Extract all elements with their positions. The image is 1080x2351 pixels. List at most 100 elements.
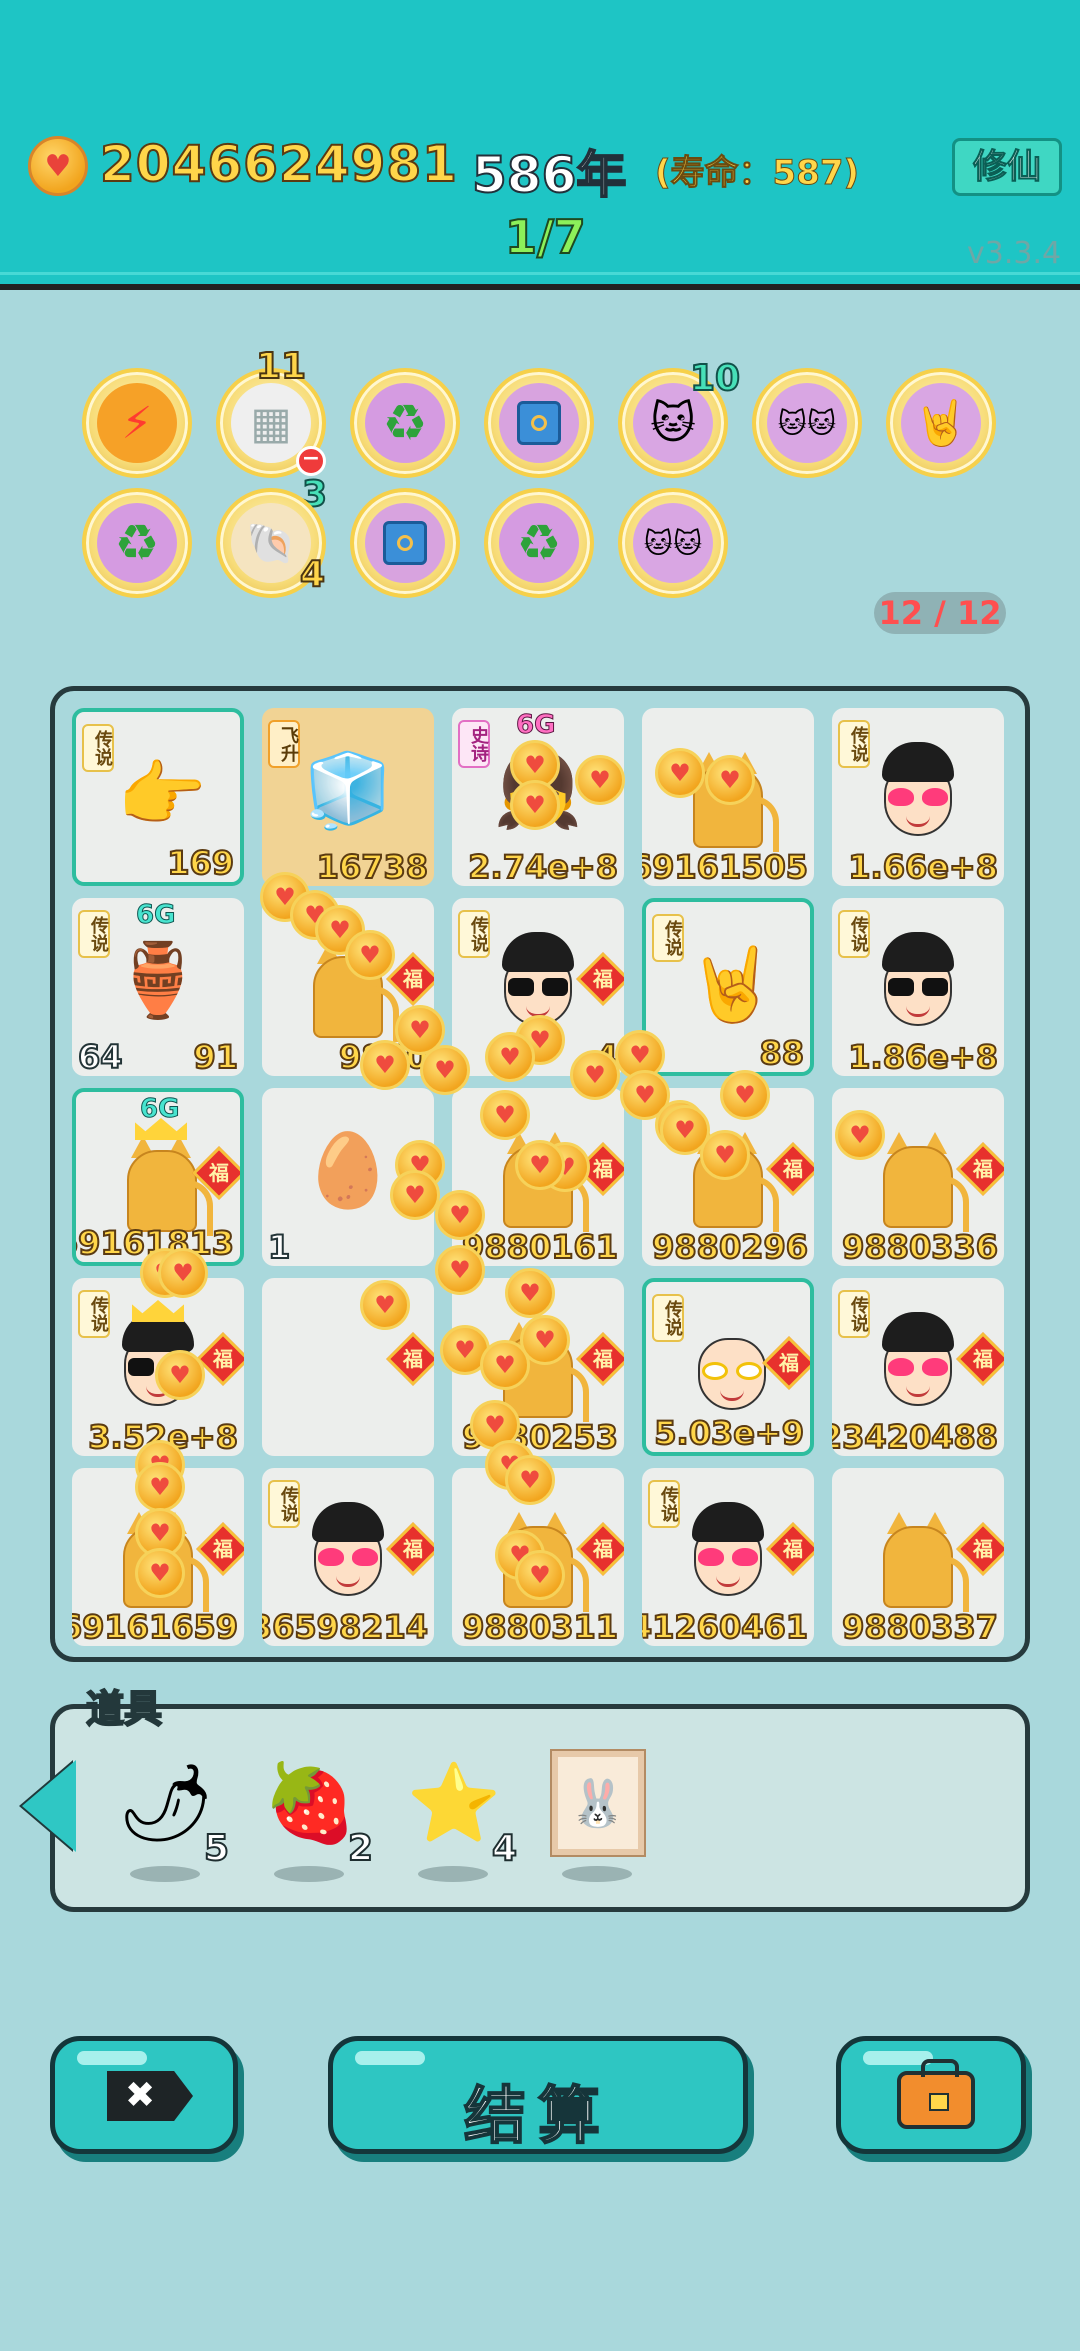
flying-coin-icon: ♥ [135, 1462, 185, 1512]
cell-value: 88 [758, 1033, 805, 1072]
flying-coin-icon: ♥ [360, 1040, 410, 1090]
fortune-label: 福 [403, 1347, 423, 1371]
pointing-hand-icon: 👉 [117, 751, 207, 836]
version-label: v3.3.4 [967, 236, 1062, 271]
board-cell[interactable]: 传说 1.86e+8 [832, 898, 1004, 1076]
face-love-icon [678, 1494, 778, 1606]
flying-coin-icon: ♥ [655, 748, 705, 798]
skill-slot[interactable]: ♻ [350, 368, 460, 478]
flying-coin-icon: ♥ [510, 780, 560, 830]
age-years: 586年 [471, 145, 627, 205]
rabbit-frame-icon: 🐰 [552, 1751, 644, 1855]
rarity-tag: 传说 [268, 1480, 300, 1528]
network-tag: 6G [139, 1094, 180, 1125]
remove-badge-icon[interactable]: − [296, 446, 326, 476]
board-cell[interactable]: 6G 福 69161813 [72, 1088, 244, 1266]
flying-coin-icon: ♥ [480, 1090, 530, 1140]
props-prev-arrow-icon[interactable] [22, 1760, 76, 1852]
rarity-tag: 史诗 [458, 720, 490, 768]
cat-pair-icon: 🐱🐱 [767, 383, 847, 463]
cell-count: 1 [267, 1227, 291, 1266]
cell-value: 5.03e+9 [653, 1413, 805, 1452]
fortune-label: 福 [213, 1347, 233, 1371]
egg-icon: 🥚 [303, 1127, 393, 1212]
skill-slot[interactable]: ♻ [82, 488, 192, 598]
rock-hand-icon: 🤘 [901, 383, 981, 463]
prop-shadow [562, 1866, 632, 1882]
skill-slot[interactable]: 🐱🐱 [618, 488, 728, 598]
strawberry-icon[interactable]: 🍓 [260, 1748, 360, 1858]
board-cell[interactable]: 🤘 传说 88 [642, 898, 814, 1076]
prop-count: 4 [491, 1827, 518, 1870]
skill-slot[interactable]: 🐱🐱 [752, 368, 862, 478]
bag-button[interactable] [836, 2036, 1026, 2154]
settle-button[interactable]: 结算 [328, 2036, 748, 2154]
prop-count: 2 [347, 1827, 374, 1870]
board-cell[interactable]: 👉 传说 169 [72, 708, 244, 886]
rarity-tag: 传说 [838, 720, 870, 768]
coin-icon: ♥ [28, 136, 88, 196]
fortune-label: 福 [209, 1161, 229, 1185]
flying-coin-icon: ♥ [700, 1130, 750, 1180]
flying-coin-icon: ♥ [570, 1050, 620, 1100]
cell-value: 2.74e+8 [467, 847, 619, 886]
star-icon[interactable]: ⭐ [404, 1748, 504, 1858]
flying-coin-icon: ♥ [515, 1140, 565, 1190]
cell-value: 91 [192, 1037, 239, 1076]
cell-value: 36598214 [262, 1607, 429, 1646]
prop-count: 5 [203, 1827, 230, 1870]
skill-slot[interactable]: ⚡ [82, 368, 192, 478]
flying-coin-icon: ♥ [390, 1170, 440, 1220]
network-tag: 6G [515, 710, 556, 741]
face-love-icon [298, 1494, 398, 1606]
skill-slot[interactable] [350, 488, 460, 598]
cell-value: 169 [166, 843, 235, 882]
fortune-label: 福 [783, 1157, 803, 1181]
board-cell[interactable]: 传说福 41260461 [642, 1468, 814, 1646]
flying-coin-icon: ♥ [720, 1070, 770, 1120]
board-cell[interactable]: 福 9880337 [832, 1468, 1004, 1646]
rabbit-frame-icon[interactable]: 🐰 [548, 1748, 648, 1858]
board-cell[interactable]: 传说福 5.03e+9 [642, 1278, 814, 1456]
flying-coin-icon: ♥ [158, 1248, 208, 1298]
fortune-label: 福 [973, 1157, 993, 1181]
flying-coin-icon: ♥ [435, 1245, 485, 1295]
skill-slot[interactable]: 🤘 [886, 368, 996, 478]
skill-slot[interactable]: ♻ [484, 488, 594, 598]
close-button[interactable]: ✖ [50, 2036, 238, 2154]
cell-value: 16738 [316, 847, 429, 886]
board-cell[interactable]: 传说 1.66e+8 [832, 708, 1004, 886]
recycle-icon: ♻ [499, 503, 579, 583]
board-cell[interactable]: 🏺 传说 6G 91 64 [72, 898, 244, 1076]
cell-value: 23420488 [832, 1417, 999, 1456]
flying-coin-icon: ♥ [835, 1110, 885, 1160]
cell-value: 9880337 [841, 1607, 999, 1646]
stage-progress: 1/7 [504, 209, 587, 265]
flying-coin-icon: ♥ [505, 1455, 555, 1505]
rock-hand-icon: 🤘 [687, 941, 777, 1026]
board-cell[interactable]: 传说福 36598214 [262, 1468, 434, 1646]
close-icon: ✖ [107, 2071, 193, 2121]
xiuxian-button[interactable]: 修仙 [952, 138, 1062, 196]
board-cell[interactable]: 🧊 飞升 16738 [262, 708, 434, 886]
fortune-label: 福 [973, 1537, 993, 1561]
vase-icon: 🏺 [113, 937, 203, 1022]
cell-value: 9880336 [841, 1227, 999, 1266]
coin-balance: 2046624981 [99, 134, 458, 194]
fortune-label: 福 [973, 1347, 993, 1371]
chili-icon[interactable]: 🌶 [116, 1748, 216, 1858]
skill-slot[interactable] [484, 368, 594, 478]
fortune-label: 福 [783, 1537, 803, 1561]
rarity-tag: 传说 [652, 914, 684, 962]
fortune-label: 福 [779, 1351, 799, 1375]
rarity-tag: 传说 [78, 910, 110, 958]
flying-coin-icon: ♥ [515, 1550, 565, 1600]
flying-coin-icon: ♥ [360, 1280, 410, 1330]
fortune-label: 福 [593, 1157, 613, 1181]
header-divider [0, 272, 1080, 275]
cell-value: 69161659 [72, 1607, 239, 1646]
flying-coin-icon: ♥ [485, 1032, 535, 1082]
prop-shadow [274, 1866, 344, 1882]
cat-icon [868, 1494, 969, 1612]
board-cell[interactable]: 传说福 23420488 [832, 1278, 1004, 1456]
